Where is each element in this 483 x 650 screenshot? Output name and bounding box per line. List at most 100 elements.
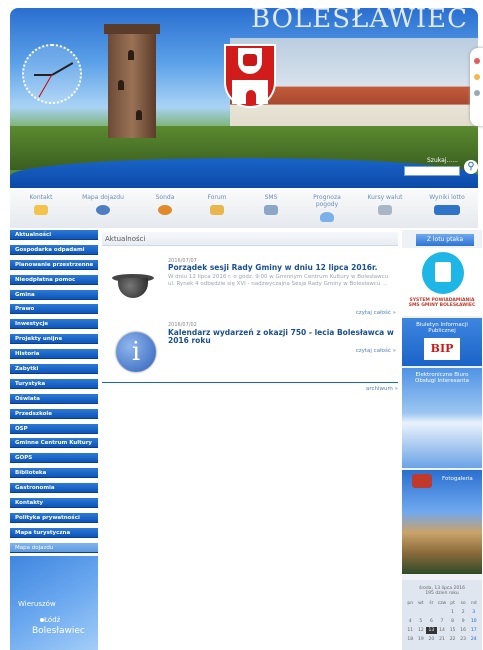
menu-item[interactable]: Prawo	[10, 304, 98, 315]
calendar-day[interactable]: 9	[458, 618, 469, 625]
menu-item[interactable]: Inwestycje	[10, 319, 98, 330]
quick-link-currency[interactable]: Kursy walut	[360, 194, 410, 215]
quick-link-map[interactable]: Mapa dojazdu	[78, 194, 128, 215]
search-icon[interactable]: ⚲	[464, 160, 478, 174]
menu-item[interactable]: Nieodpłatna pomoc	[10, 274, 98, 285]
calendar-day[interactable]: 2	[458, 609, 469, 616]
banner-text: Elektroniczne Biuro Obsługi Interesanta	[415, 372, 469, 384]
menu-item-map[interactable]: Mapa dojazdu	[10, 542, 98, 553]
quick-links-bar: Kontakt Mapa dojazdu Sonda Forum SMS Pro…	[10, 190, 478, 228]
calendar-day	[405, 609, 416, 616]
analog-clock	[22, 44, 82, 104]
archive-link[interactable]: archiwum »	[366, 386, 398, 392]
read-more-link[interactable]: czytaj całość »	[356, 348, 396, 354]
section-heading: Aktualności	[102, 232, 398, 246]
calendar-day[interactable]: 1	[447, 609, 458, 616]
calendar-day[interactable]: 7	[437, 618, 448, 625]
calendar-day[interactable]: 5	[416, 618, 427, 625]
calendar-day[interactable]: 17	[468, 627, 479, 634]
menu-item[interactable]: Planowanie przestrzenne	[10, 259, 98, 270]
calendar-day[interactable]: 8	[447, 618, 458, 625]
quick-link-weather[interactable]: Prognoza pogody	[302, 194, 352, 222]
menu-item[interactable]: Biblioteka	[10, 468, 98, 479]
menu-item[interactable]: Gminne Centrum Kultury	[10, 438, 98, 449]
map-city-label: Bolesławiec	[32, 626, 85, 636]
calendar-day[interactable]: 13	[426, 627, 437, 634]
header-banner: BOLESŁAWIEC	[10, 8, 478, 188]
quick-link-kontakt[interactable]: Kontakt	[16, 194, 66, 215]
chart-icon	[158, 205, 172, 215]
map-city-label: Łódź	[44, 616, 61, 624]
side-panel[interactable]	[470, 48, 483, 126]
envelope-icon	[34, 205, 48, 215]
menu-item[interactable]: GOPS	[10, 453, 98, 464]
calendar-day-of-year: 195 dzień roku	[425, 591, 459, 596]
calendar-day[interactable]: 20	[426, 636, 437, 643]
news-article: 2016/07/07 Porządek sesji Rady Gminy w d…	[102, 246, 398, 316]
location-map[interactable]: Wieruszów Łódź Bolesławiec	[10, 556, 98, 650]
calendar-day[interactable]: 24	[468, 636, 479, 643]
news-article: i 2016/07/02 Kalendarz wydarzeń z okazji…	[102, 302, 398, 372]
menu-item[interactable]: Kontakty	[10, 498, 98, 509]
calendar-day[interactable]: 11	[405, 627, 416, 634]
menu-item[interactable]: Mapa turystyczna	[10, 527, 98, 538]
gallery-banner[interactable]: Fotogaleria	[402, 470, 482, 574]
calendar-day[interactable]: 16	[458, 627, 469, 634]
calendar-weekday: pt	[450, 601, 455, 606]
calendar-day[interactable]: 10	[468, 618, 479, 625]
right-sidebar: Z lotu ptaka SYSTEM POWIADAMIANIA SMS GM…	[402, 230, 482, 650]
banner-text: Fotogaleria	[442, 476, 473, 482]
menu-item[interactable]: Gastronomia	[10, 483, 98, 494]
calendar-day[interactable]: 6	[426, 618, 437, 625]
calendar-day[interactable]: 14	[437, 627, 448, 634]
site-title: BOLESŁAWIEC	[251, 8, 468, 34]
menu-item[interactable]: Przedszkole	[10, 408, 98, 419]
map-icon	[96, 205, 110, 215]
weather-icon	[320, 212, 334, 222]
quick-link-lotto[interactable]: Wyniki lotto	[422, 194, 472, 215]
calendar-day[interactable]: 23	[458, 636, 469, 643]
calendar-weekday: wt	[418, 601, 424, 606]
coat-of-arms-icon	[224, 44, 276, 108]
calendar-weekday: śr	[429, 601, 434, 606]
menu-item[interactable]: Gospodarka odpadami	[10, 244, 98, 255]
menu-item[interactable]: Gmina	[10, 289, 98, 300]
phone-icon	[264, 205, 278, 215]
calendar-day[interactable]: 12	[416, 627, 427, 634]
menu-item[interactable]: Zabytki	[10, 364, 98, 375]
menu-item[interactable]: Projekty unijne	[10, 334, 98, 345]
quick-link-sonda[interactable]: Sonda	[140, 194, 190, 215]
quick-link-forum[interactable]: Forum	[192, 194, 242, 215]
calendar-day[interactable]: 19	[416, 636, 427, 643]
bip-banner[interactable]: Biuletyn Informacji Publicznej BIP	[402, 318, 482, 366]
calendar-day[interactable]: 18	[405, 636, 416, 643]
calendar-day[interactable]: 21	[437, 636, 448, 643]
sms-notify-banner[interactable]: SYSTEM POWIADAMIANIA SMS GMINY BOLESŁAWI…	[402, 248, 482, 316]
menu-item[interactable]: Historia	[10, 349, 98, 360]
bird-view-button[interactable]: Z lotu ptaka	[416, 234, 474, 246]
ebo-banner[interactable]: Elektroniczne Biuro Obsługi Interesanta	[402, 368, 482, 468]
article-title[interactable]: Porządek sesji Rady Gminy w dniu 12 lipc…	[168, 264, 396, 272]
calendar-weekday: czw	[437, 601, 447, 606]
calendar-day[interactable]: 15	[447, 627, 458, 634]
calendar-day	[416, 609, 427, 616]
calendar-widget: środa, 13 lipca 2016 195 dzień roku pn wt…	[402, 580, 482, 650]
menu-item[interactable]: Turystyka	[10, 378, 98, 389]
calendar-weekday: nd	[470, 601, 477, 606]
menu-item[interactable]: Oświata	[10, 393, 98, 404]
calendar-day[interactable]: 4	[405, 618, 416, 625]
tower-photo	[104, 24, 160, 138]
document-icon	[435, 262, 451, 282]
search-input[interactable]	[404, 166, 460, 176]
main-menu: Aktualności Gospodarka odpadami Planowan…	[10, 230, 98, 650]
quick-link-sms[interactable]: SMS	[246, 194, 296, 215]
calendar-day	[437, 609, 448, 616]
menu-item[interactable]: Polityka prywatności	[10, 512, 98, 523]
menu-item[interactable]: OSP	[10, 423, 98, 434]
menu-item[interactable]: Aktualności	[10, 230, 98, 240]
calendar-day[interactable]: 3	[468, 609, 479, 616]
calendar-day[interactable]: 22	[447, 636, 458, 643]
calendar-weekday: so	[460, 601, 466, 606]
news-section: Aktualności 2016/07/07 Porządek sesji Ra…	[102, 232, 398, 392]
article-title[interactable]: Kalendarz wydarzeń z okazji 750 - lecia …	[168, 329, 396, 345]
